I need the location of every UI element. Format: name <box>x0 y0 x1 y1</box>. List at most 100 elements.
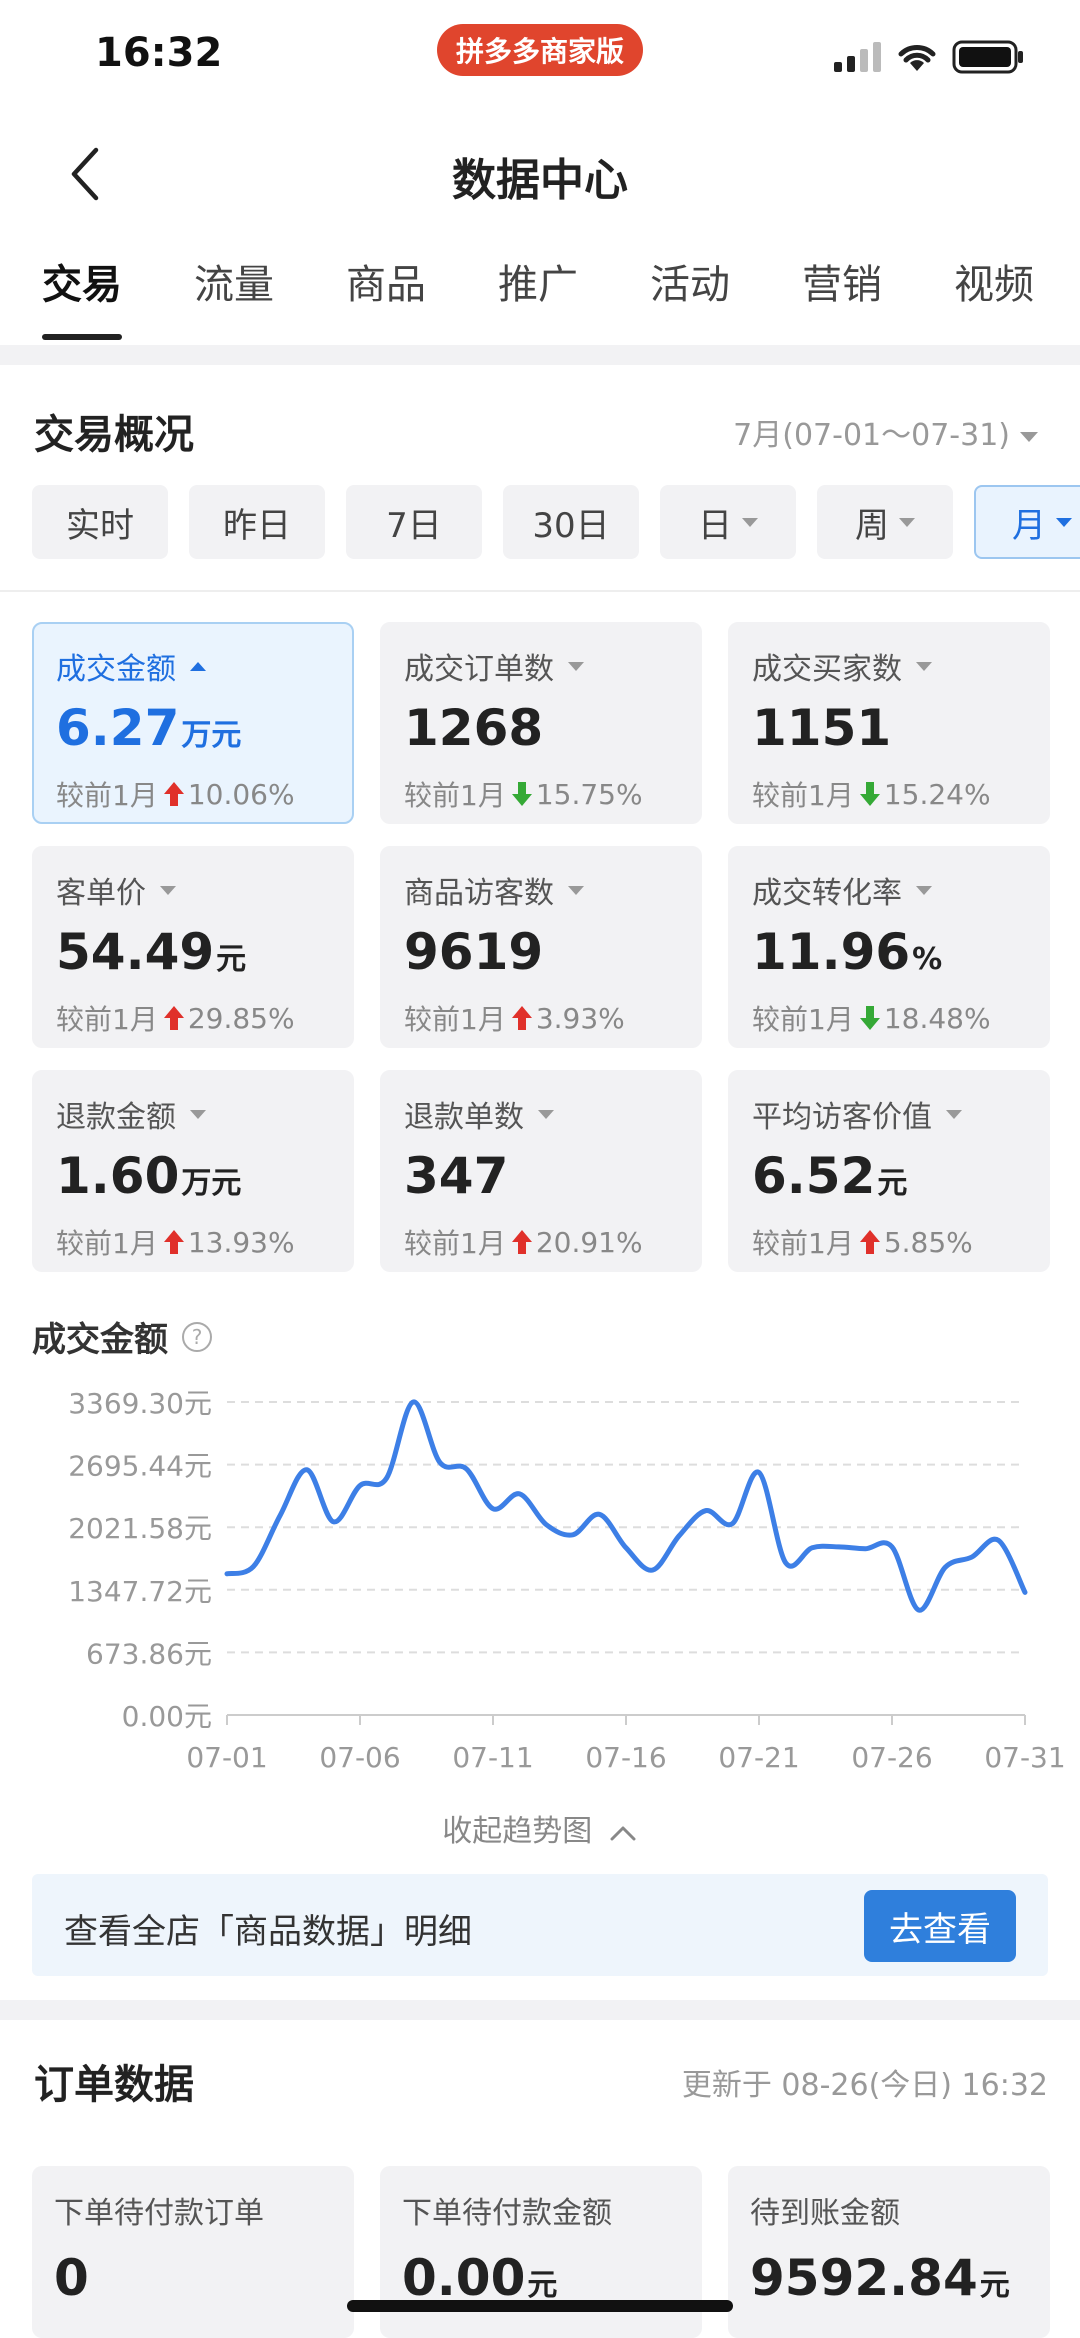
metric-unit: 元 <box>216 942 247 977</box>
tab-activity[interactable]: 活动 <box>608 250 730 340</box>
metric-value: 9619 <box>404 920 678 992</box>
compare-label: 较前1月 <box>56 1227 158 1260</box>
compare-label: 较前1月 <box>404 779 506 812</box>
compare-label: 较前1月 <box>56 779 158 812</box>
order-label-text: 下单待付款金额 <box>402 2196 612 2231</box>
caret-down-icon[interactable] <box>568 661 584 671</box>
metric-label-text: 退款单数 <box>404 1100 524 1135</box>
order-unit: 元 <box>527 2268 558 2303</box>
metric-value: 347 <box>404 1144 678 1216</box>
chevron-up-icon <box>610 1826 636 1840</box>
metric-card[interactable]: 商品访客数 9619 较前1月 3.93% <box>380 846 702 1048</box>
period-label: 30日 <box>532 505 610 546</box>
metric-label-text: 成交金额 <box>56 652 176 687</box>
x-tick-label: 07-16 <box>585 1741 666 1774</box>
tab-promotion[interactable]: 推广 <box>456 250 578 340</box>
wifi-icon <box>898 45 936 71</box>
metric-number: 54.49 <box>56 923 215 981</box>
divider <box>0 590 1080 592</box>
collapse-trend-button[interactable]: 收起趋势图 <box>0 1806 1080 1850</box>
tab-trade[interactable]: 交易 <box>0 250 122 340</box>
tab-traffic[interactable]: 流量 <box>152 250 274 340</box>
status-time: 16:32 <box>95 30 223 76</box>
metric-card[interactable]: 成交转化率 11.96% 较前1月 18.48% <box>728 846 1050 1048</box>
updated-timestamp: 更新于 08-26(今日) 16:32 <box>681 2068 1048 2103</box>
order-card[interactable]: 待到账金额 9592.84元 <box>728 2166 1050 2338</box>
chevron-down-icon <box>742 517 758 527</box>
x-tick-label: 07-06 <box>319 1741 400 1774</box>
period-30days[interactable]: 30日 <box>503 485 639 559</box>
chevron-down-icon <box>1056 517 1072 527</box>
tab-live[interactable]: 直 <box>1064 250 1080 340</box>
metric-change: 较前1月 18.48% <box>752 998 1026 1038</box>
caret-down-icon[interactable] <box>946 1109 962 1119</box>
tab-goods[interactable]: 商品 <box>304 250 426 340</box>
overview-title: 交易概况 <box>34 412 194 458</box>
order-card[interactable]: 下单待付款金额 0.00元 <box>380 2166 702 2338</box>
app-badge[interactable]: 拼多多商家版 <box>437 24 643 76</box>
metric-card[interactable]: 成交金额 6.27万元 较前1月 10.06% <box>32 622 354 824</box>
period-realtime[interactable]: 实时 <box>32 485 168 559</box>
x-tick-label: 07-21 <box>718 1741 799 1774</box>
metric-label: 成交金额 <box>56 644 330 688</box>
metric-unit: % <box>912 942 943 977</box>
x-tick-label: 07-31 <box>984 1741 1065 1774</box>
period-label: 日 <box>698 505 732 546</box>
arrow-up-icon <box>511 1230 532 1254</box>
metric-label-text: 退款金额 <box>56 1100 176 1135</box>
metric-card[interactable]: 成交订单数 1268 较前1月 15.75% <box>380 622 702 824</box>
order-number: 9592.84 <box>750 2249 978 2307</box>
period-label: 昨日 <box>223 505 291 546</box>
tab-marketing[interactable]: 营销 <box>760 250 882 340</box>
change-percent: 20.91% <box>535 1225 643 1259</box>
order-label-text: 待到账金额 <box>750 2196 900 2231</box>
caret-up-icon[interactable] <box>190 661 206 671</box>
order-unit: 元 <box>979 2268 1010 2303</box>
order-cards: 下单待付款订单 0 下单待付款金额 0.00元 待到账金额 9592.84元 <box>32 2166 1050 2338</box>
metric-number: 11.96 <box>752 923 911 981</box>
battery-icon <box>952 40 1023 74</box>
metric-value: 1268 <box>404 696 678 768</box>
metric-card[interactable]: 退款金额 1.60万元 较前1月 13.93% <box>32 1070 354 1272</box>
arrow-up-icon <box>859 1230 880 1254</box>
view-button[interactable]: 去查看 <box>864 1890 1016 1962</box>
metric-value: 11.96% <box>752 920 1026 992</box>
order-number: 0 <box>54 2249 89 2307</box>
metric-number: 9619 <box>404 923 544 981</box>
metric-number: 347 <box>404 1147 509 1205</box>
period-day[interactable]: 日 <box>660 485 796 559</box>
change-percent: 29.85% <box>187 1001 295 1035</box>
date-range-selector[interactable]: 7月(07-01～07-31) <box>733 410 1038 454</box>
metric-card[interactable]: 客单价 54.49元 较前1月 29.85% <box>32 846 354 1048</box>
metric-change: 较前1月 15.75% <box>404 774 678 814</box>
period-week[interactable]: 周 <box>817 485 953 559</box>
order-label: 下单待付款金额 <box>402 2188 680 2232</box>
tab-video[interactable]: 视频 <box>912 250 1034 340</box>
period-label: 周 <box>855 505 889 546</box>
arrow-down-icon <box>511 782 532 806</box>
change-percent: 15.75% <box>535 777 643 811</box>
page-title: 数据中心 <box>452 155 628 206</box>
compare-label: 较前1月 <box>752 779 854 812</box>
arrow-up-icon <box>163 1230 184 1254</box>
home-indicator <box>347 2300 733 2312</box>
metric-label: 客单价 <box>56 868 330 912</box>
caret-down-icon[interactable] <box>916 661 932 671</box>
period-7days[interactable]: 7日 <box>346 485 482 559</box>
metric-change: 较前1月 13.93% <box>56 1222 330 1262</box>
order-label-text: 下单待付款订单 <box>54 2196 264 2231</box>
metric-card[interactable]: 成交买家数 1151 较前1月 15.24% <box>728 622 1050 824</box>
period-month[interactable]: 月 <box>974 485 1080 559</box>
caret-down-icon[interactable] <box>916 885 932 895</box>
period-yesterday[interactable]: 昨日 <box>189 485 325 559</box>
caret-down-icon[interactable] <box>190 1109 206 1119</box>
caret-down-icon[interactable] <box>160 885 176 895</box>
metric-card[interactable]: 退款单数 347 较前1月 20.91% <box>380 1070 702 1272</box>
caret-down-icon[interactable] <box>538 1109 554 1119</box>
order-card[interactable]: 下单待付款订单 0 <box>32 2166 354 2338</box>
metric-card[interactable]: 平均访客价值 6.52元 较前1月 5.85% <box>728 1070 1050 1272</box>
metric-value: 1151 <box>752 696 1026 768</box>
help-icon[interactable]: ? <box>182 1321 212 1352</box>
caret-down-icon[interactable] <box>568 885 584 895</box>
y-tick-label: 0.00元 <box>122 1700 212 1733</box>
